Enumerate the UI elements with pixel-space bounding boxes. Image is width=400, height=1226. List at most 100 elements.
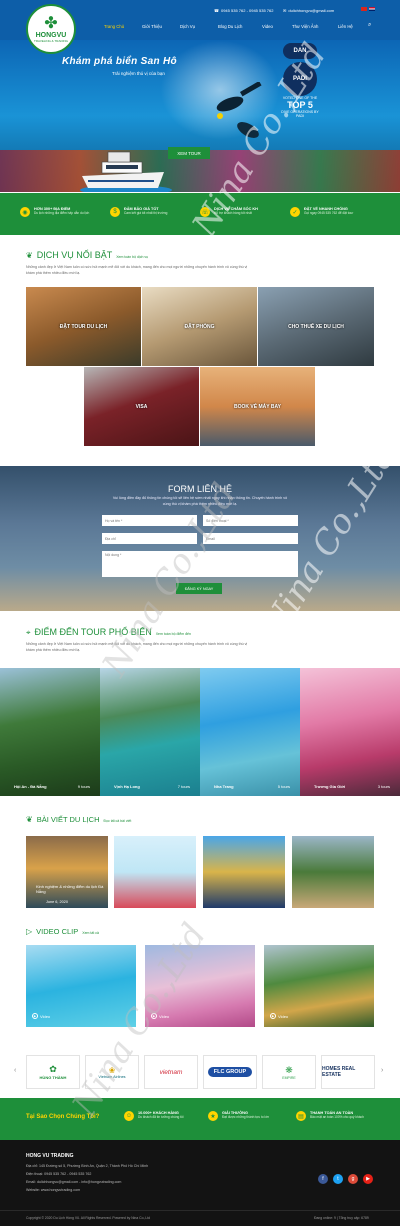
nav-services[interactable]: Dịch Vụ <box>180 24 218 29</box>
destinations-description: Những cảnh đẹp ở Việt Nam luôn có sức hú… <box>26 642 248 652</box>
partner-logo[interactable]: FLC GROUP <box>203 1055 257 1089</box>
payment-icon: ▤ <box>296 1111 306 1121</box>
lotus-icon: ❀ <box>108 1065 116 1075</box>
visitor-stats: Đang online: 9 | Tổng truy cập: 6789 <box>314 1216 369 1220</box>
medal-icon: ★ <box>208 1111 218 1121</box>
play-icon: ▶ <box>151 1013 157 1019</box>
footer-website: Website: www.hongvutrading.com <box>26 1188 81 1192</box>
destination-card[interactable]: Vịnh Hạ Long 7 tours <box>100 668 200 796</box>
partners-prev-arrow[interactable]: ‹ <box>14 1067 16 1074</box>
destinations-link[interactable]: Xem toàn bộ điểm đến <box>156 632 191 636</box>
play-circle-icon: ▷ <box>26 927 33 936</box>
play-icon: ▶ <box>32 1013 38 1019</box>
video-card[interactable]: ▶ Video <box>145 945 255 1027</box>
nav-gallery[interactable]: Thư Viện Ảnh <box>292 24 338 29</box>
partner-logo[interactable]: HOMES REAL ESTATE <box>321 1055 375 1089</box>
destination-card[interactable]: Nha Trang 5 tours <box>200 668 300 796</box>
destination-card[interactable]: Hội An - Đà Nẵng 9 tours <box>0 668 100 796</box>
video-heading: ▷ VIDEO CLIP Xem tất cả <box>26 927 99 936</box>
nav-about[interactable]: Giới Thiệu <box>142 24 180 29</box>
address-input[interactable] <box>102 533 197 544</box>
video-link[interactable]: Xem tất cả <box>82 931 99 935</box>
header-phone[interactable]: ☎ 0945 535 762 - 0945 535 762 <box>214 8 273 13</box>
service-room[interactable]: ĐẶT PHÒNG <box>142 287 257 366</box>
money-bag-icon: $ <box>110 207 120 217</box>
clover-icon: ✤ <box>44 14 58 32</box>
location-pin-icon: ⌖ <box>26 628 31 637</box>
blog-link[interactable]: Đọc tất cả bài viết <box>104 819 132 823</box>
phone-icon: ☎ <box>214 8 219 13</box>
feature-item: $ ĐẢM BẢO GIÁ TỐT Cam kết giá tốt nhất th… <box>110 207 200 235</box>
header-email[interactable]: ✉ dulichhongvu@gmail.com <box>283 8 334 13</box>
feature-item: ✓ ĐẶT VÉ NHANH CHÓNG Gọi ngay 0945 535 76… <box>290 207 380 235</box>
top-five-award: VOTED ONE OF THE TOP 5 DIVE OPERATIONS B… <box>281 96 319 118</box>
facebook-icon[interactable]: f <box>318 1174 328 1184</box>
destination-card[interactable]: Trương Gia Giới 3 tours <box>300 668 400 796</box>
hero-subtitle: Trải nghiệm thú vị của bạn <box>112 71 165 76</box>
main-nav: Trang Chủ Giới Thiệu Dịch Vụ Blog Du Lịc… <box>104 24 376 29</box>
padi-badge: PADI <box>283 62 317 96</box>
blog-heading: ❦ BÀI VIẾT DU LỊCH Đọc tất cả bài viết <box>26 815 131 824</box>
feature-item: ☏ DỊCH VỤ CHĂM SÓC KH Hỗ trợ khách hàng t… <box>200 207 258 217</box>
thumbs-up-icon: ✓ <box>290 207 300 217</box>
service-car-rental[interactable]: CHO THUÊ XE DU LỊCH <box>258 287 374 366</box>
feature-item: ◉ HƠN 300+ ĐỊA ĐIỂM Du lịch những địa điể… <box>20 207 110 235</box>
flag-en-icon[interactable] <box>369 7 375 11</box>
content-textarea[interactable] <box>102 551 298 577</box>
services-link[interactable]: Xem toàn bộ dịch vụ <box>116 255 148 259</box>
nav-home[interactable]: Trang Chủ <box>104 24 142 29</box>
blog-post-card[interactable]: Kinh nghiệm & những điểm du lịch Đà Nẵng… <box>26 836 108 908</box>
mail-icon: ✉ <box>283 8 287 13</box>
phone-input[interactable] <box>203 515 298 526</box>
partner-logo[interactable]: vietnam <box>144 1055 198 1089</box>
form-title: FORM LIÊN HỆ <box>167 484 232 494</box>
lotus-icon: ✿ <box>49 1064 57 1074</box>
search-icon[interactable]: ⌕ <box>368 22 371 29</box>
register-button[interactable]: ĐĂNG KÝ NGAY <box>176 583 222 594</box>
name-input[interactable] <box>102 515 197 526</box>
twitter-icon[interactable]: t <box>333 1174 343 1184</box>
youtube-icon[interactable]: ▶ <box>363 1174 373 1184</box>
partner-logo[interactable]: ✿ HÙNG THÀNH <box>26 1055 80 1089</box>
map-icon: ◉ <box>20 207 30 217</box>
email-input[interactable] <box>203 533 298 544</box>
tree-icon: ❋ <box>285 1064 293 1075</box>
support-icon: ☏ <box>200 207 210 217</box>
blog-post-card[interactable] <box>292 836 374 908</box>
site-logo[interactable]: ✤ HONGVU TRAVELING & TRADING <box>26 4 76 54</box>
partner-logo[interactable]: ❋ EMPIRE <box>262 1055 316 1089</box>
blog-post-card[interactable] <box>114 836 196 908</box>
video-card[interactable]: ▶ Video <box>264 945 374 1027</box>
footer-address: Địa chỉ: 145 Đường số 5, Phường Bình An,… <box>26 1164 149 1168</box>
hero-banner <box>0 40 400 192</box>
view-tour-button[interactable]: XEM TOUR <box>168 147 210 159</box>
service-tour[interactable]: ĐẶT TOUR DU LỊCH <box>26 287 141 366</box>
google-plus-icon[interactable]: g <box>348 1174 358 1184</box>
leaf-icon: ❦ <box>26 251 33 260</box>
services-description: Những cảnh đẹp ở Việt Nam luôn có sức hú… <box>26 265 248 275</box>
section-title: DỊCH VỤ NỔI BẬT <box>36 250 113 260</box>
partners-next-arrow[interactable]: › <box>381 1067 383 1074</box>
blog-post-card[interactable] <box>203 836 285 908</box>
footer-email: Email: dulichhongvu@gmail.com - info@hon… <box>26 1180 122 1184</box>
partner-logo[interactable]: ❀ Vietnam Airlines <box>85 1055 139 1089</box>
section-title: VIDEO CLIP <box>36 927 79 936</box>
section-title: ĐIỂM ĐẾN TOUR PHỔ BIẾN <box>34 627 152 637</box>
footer-divider <box>0 1210 400 1211</box>
flag-vn-icon[interactable] <box>361 7 367 11</box>
service-visa[interactable]: VISA <box>84 367 199 446</box>
service-flight[interactable]: BOOK VÉ MÁY BAY <box>200 367 315 446</box>
nav-video[interactable]: Video <box>262 24 292 29</box>
logo-name: HONGVU <box>35 31 67 39</box>
nav-blog[interactable]: Blog Du Lịch <box>218 24 262 29</box>
video-card[interactable]: ▶ Video <box>26 945 136 1027</box>
users-icon: ☺ <box>124 1111 134 1121</box>
dan-badge: DAN <box>283 43 317 59</box>
features-bar: ◉ HƠN 300+ ĐỊA ĐIỂM Du lịch những địa điể… <box>0 193 400 235</box>
divers-image <box>216 82 262 138</box>
logo-tagline: TRAVELING & TRADING <box>34 38 68 43</box>
leaf-icon: ❦ <box>26 815 33 824</box>
services-heading: ❦ DỊCH VỤ NỔI BẬT Xem toàn bộ dịch vụ <box>26 250 148 260</box>
why-item: ☺ 10.000+ KHÁCH HÀNG Du khách đã tin tưởn… <box>124 1111 184 1121</box>
why-item: ★ GIẢI THƯỞNG Đạt được những thành tựu to… <box>208 1111 269 1121</box>
